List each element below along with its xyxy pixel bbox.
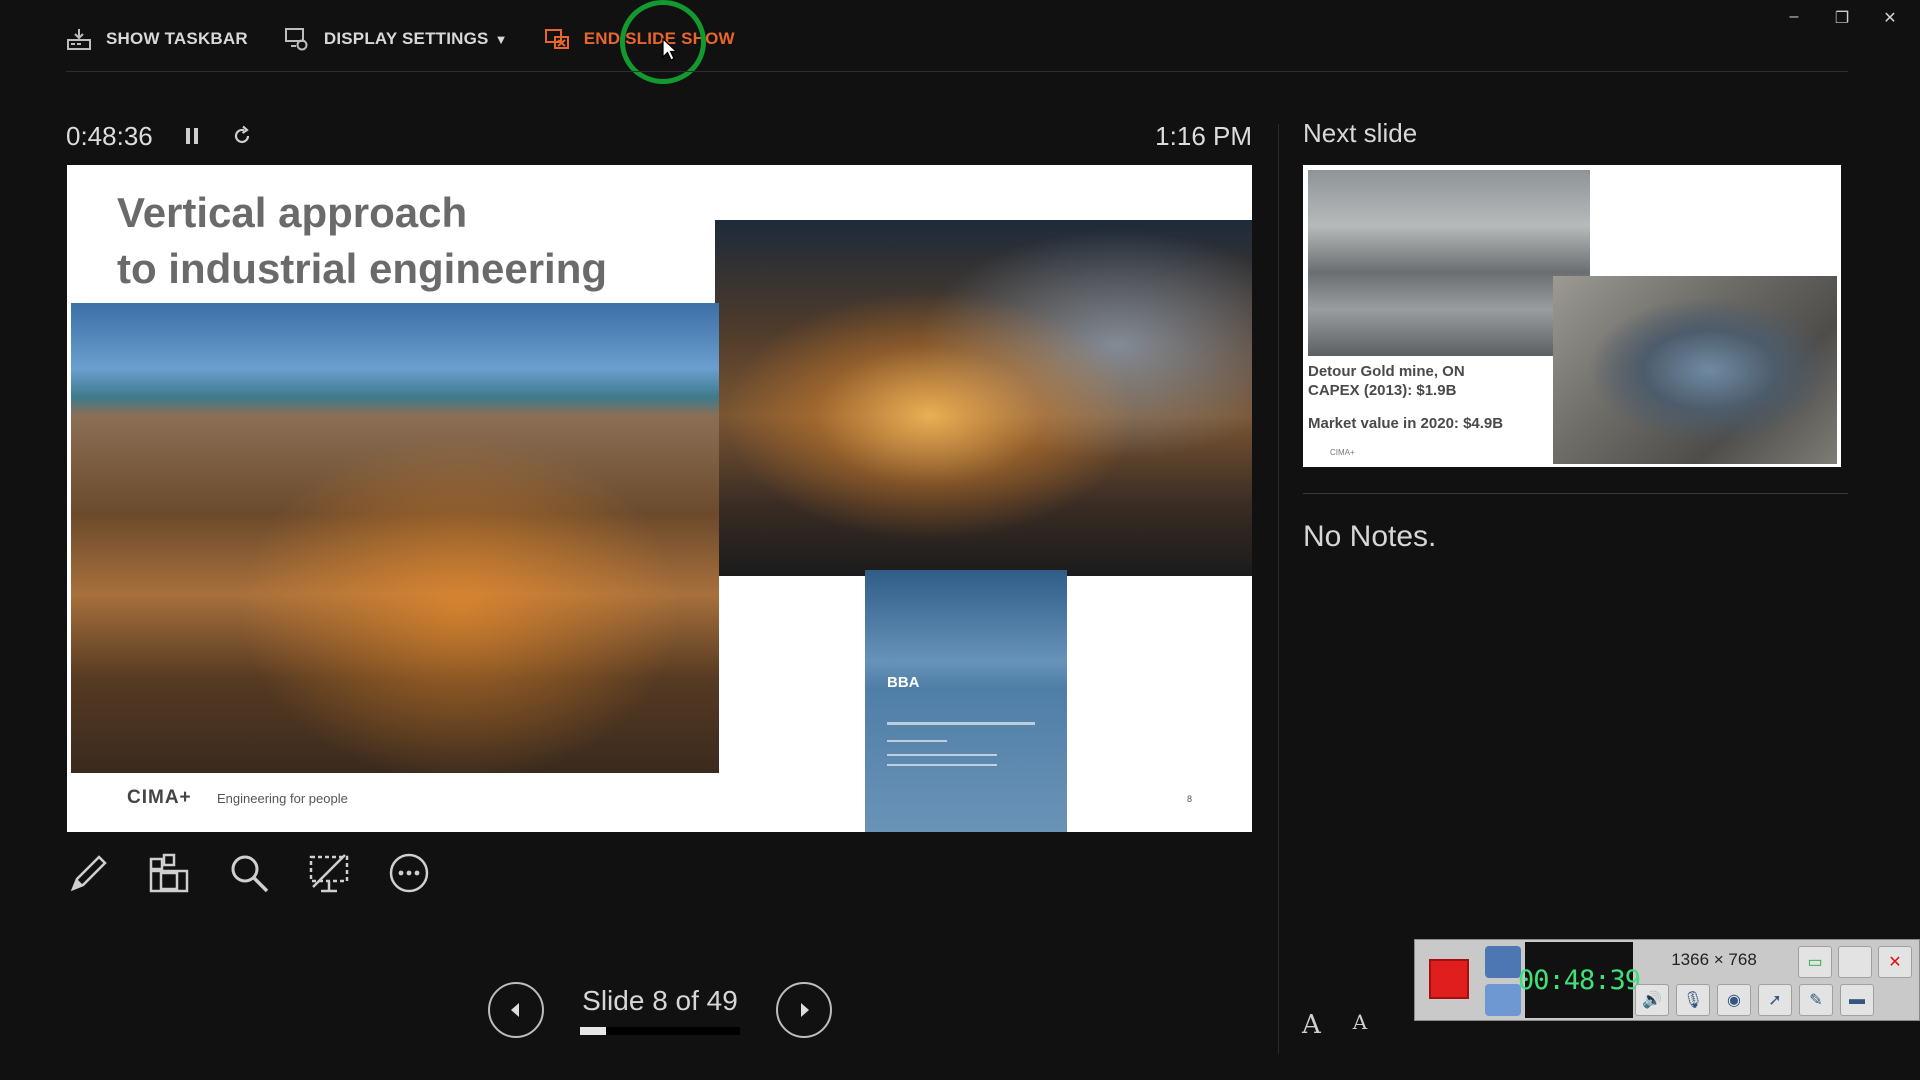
report-cover-text-line — [887, 764, 997, 766]
mine-aerial-photo — [1553, 276, 1837, 464]
slide-title-line-1: Vertical approach — [117, 189, 468, 236]
show-taskbar-label: SHOW TASKBAR — [106, 29, 248, 48]
close-icon[interactable]: ✕ — [1880, 8, 1900, 28]
camera-icon[interactable] — [1485, 946, 1521, 978]
elapsed-timer: 0:48:36 — [66, 120, 153, 151]
report-cover-text-line — [887, 740, 947, 742]
report-cover-text-line — [887, 722, 1035, 725]
pane-divider — [1278, 124, 1279, 1054]
restart-timer-icon[interactable] — [231, 125, 253, 147]
next-slide-logo: CIMA+ — [1330, 448, 1355, 457]
pen-icon — [70, 855, 107, 892]
slide-tagline: Engineering for people — [217, 791, 348, 806]
slide-progress-fill — [580, 1027, 607, 1035]
slide-counter-label: Slide 8 of 49 — [582, 985, 738, 1016]
decrease-font-button[interactable]: A — [1353, 1010, 1367, 1040]
pause-recording-icon[interactable] — [1485, 984, 1521, 1016]
next-slide-label: Next slide — [1303, 118, 1418, 148]
recorder-window-buttons: ▭ – ✕ — [1798, 946, 1912, 978]
minimize-icon[interactable]: – — [1784, 8, 1804, 28]
notes-font-controls: A A — [1302, 1010, 1367, 1040]
next-arrow-icon — [801, 1003, 809, 1017]
end-show-icon — [544, 29, 569, 49]
next-slide-caption: Detour Gold mine, ON CAPEX (2013): $1.9B — [1308, 362, 1465, 400]
next-slide-market-value: Market value in 2020: $4.9B — [1308, 415, 1504, 432]
slide-counter: Slide 8 of 49 — [580, 985, 740, 1035]
recorder-minimize-icon[interactable]: – — [1838, 946, 1872, 978]
pen-annotation-icon[interactable]: ✎ — [1799, 984, 1833, 1016]
clock-time: 1:16 PM — [1155, 120, 1252, 151]
timer-row: 0:48:36 1:16 PM — [66, 116, 1252, 156]
grid-icon — [149, 853, 189, 893]
speaker-icon[interactable]: 🔊 — [1635, 984, 1669, 1016]
pen-tool-button[interactable] — [66, 850, 112, 896]
see-all-slides-button[interactable] — [146, 850, 192, 896]
screen-recorder-widget: 00:48:39 1366 × 768 🔊 🎙 ◉ ➚ ✎ ▬ ▭ – ✕ — [1414, 939, 1920, 1021]
mill-interior-photo — [1308, 170, 1590, 356]
zoom-button[interactable] — [226, 850, 272, 896]
slide-title: Vertical approach to industrial engineer… — [117, 185, 607, 297]
previous-arrow-icon — [511, 1003, 519, 1017]
black-screen-button[interactable] — [306, 850, 352, 896]
next-slide-button[interactable] — [776, 982, 832, 1038]
mouse-cursor-icon — [662, 38, 678, 61]
recording-timer: 00:48:39 — [1518, 942, 1641, 1018]
webcam-icon[interactable]: ◉ — [1717, 984, 1751, 1016]
display-settings-button[interactable]: DISPLAY SETTINGS ▼ — [284, 26, 508, 52]
taskbar-icon — [67, 29, 91, 50]
report-cover-text-line — [887, 754, 997, 756]
microphone-icon[interactable]: 🎙 — [1676, 984, 1710, 1016]
report-cover-logo: BBA — [887, 674, 920, 691]
pause-timer-icon[interactable] — [181, 125, 203, 147]
recorder-fullscreen-icon[interactable]: ▭ — [1798, 946, 1832, 978]
stop-recording-button[interactable] — [1429, 959, 1469, 999]
report-cover-image: BBA — [865, 570, 1067, 832]
magnifier-icon — [231, 855, 269, 893]
slide-tools — [66, 850, 432, 896]
show-taskbar-button[interactable]: SHOW TASKBAR — [66, 26, 248, 52]
window-controls: – ❐ ✕ — [1784, 8, 1900, 28]
slide-navigation: Slide 8 of 49 — [488, 982, 832, 1038]
next-slide-caption-line-1: Detour Gold mine, ON — [1308, 363, 1465, 380]
slide-page-number: 8 — [1187, 794, 1193, 804]
speaker-notes: No Notes. — [1303, 520, 1437, 553]
previous-slide-button[interactable] — [488, 982, 544, 1038]
next-slide-caption-line-2: CAPEX (2013): $1.9B — [1308, 382, 1457, 399]
toolbar-divider — [66, 71, 1848, 72]
display-settings-label: DISPLAY SETTINGS — [323, 29, 489, 48]
recorder-close-icon[interactable]: ✕ — [1878, 946, 1912, 978]
screen-off-icon — [309, 854, 349, 893]
current-slide: Vertical approach to industrial engineer… — [67, 165, 1252, 832]
slide-progress-bar — [580, 1027, 740, 1035]
recorder-tools: 🔊 🎙 ◉ ➚ ✎ ▬ — [1635, 984, 1874, 1016]
refinery-photo — [71, 303, 719, 773]
recording-resolution: 1366 × 768 — [1671, 950, 1757, 969]
folder-icon[interactable]: ▬ — [1840, 984, 1874, 1016]
display-settings-icon — [284, 28, 308, 51]
more-options-icon — [389, 853, 429, 893]
next-slide-preview[interactable]: Detour Gold mine, ON CAPEX (2013): $1.9B… — [1303, 165, 1841, 467]
notes-divider — [1303, 493, 1848, 494]
slide-title-line-2: to industrial engineering — [117, 245, 608, 292]
restore-icon[interactable]: ❐ — [1832, 8, 1852, 28]
cima-logo: CIMA+ — [127, 787, 192, 808]
increase-font-button[interactable]: A — [1302, 1010, 1321, 1040]
cursor-icon[interactable]: ➚ — [1758, 984, 1792, 1016]
more-options-button[interactable] — [386, 850, 432, 896]
dropdown-arrow-icon: ▼ — [494, 31, 508, 47]
factory-photo — [715, 220, 1252, 576]
